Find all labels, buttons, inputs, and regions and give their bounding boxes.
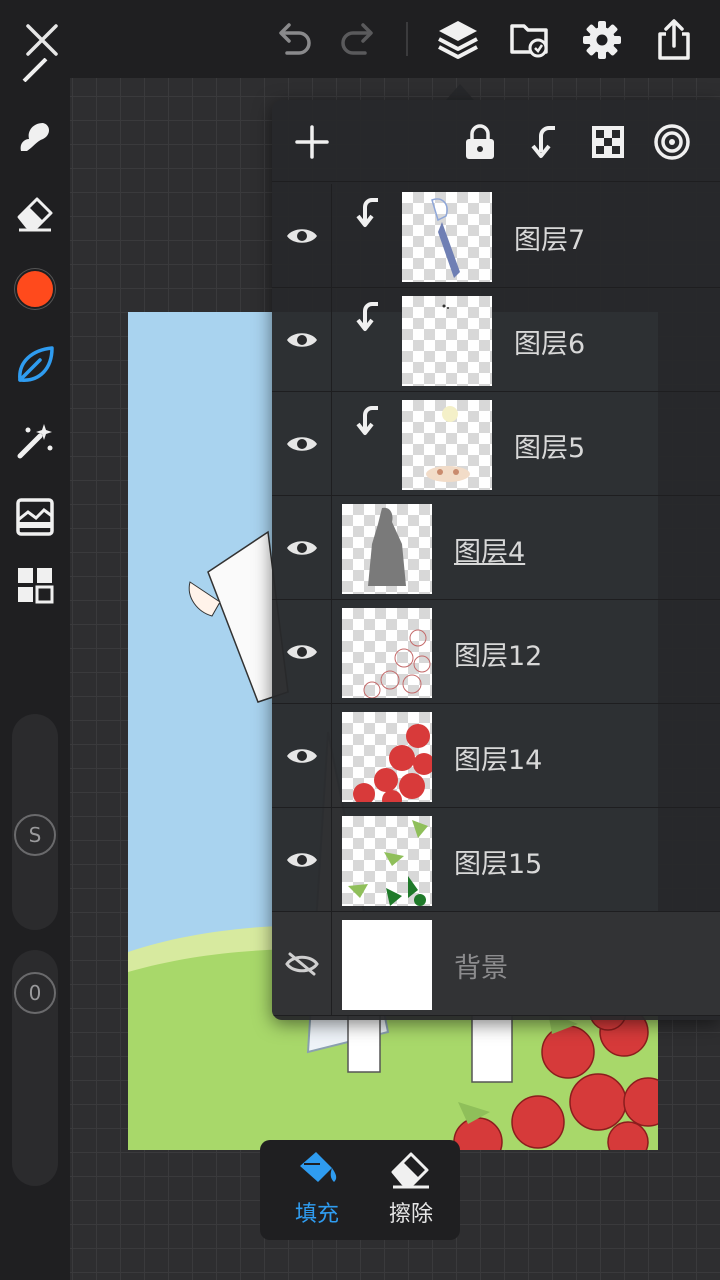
image-adjust-icon[interactable]: [10, 492, 60, 542]
layer-thumbnail: [342, 608, 432, 698]
layer-name: 背景: [454, 953, 508, 984]
layer-thumbnail: [342, 712, 432, 802]
layer-row[interactable]: 图层15: [272, 808, 720, 912]
layers-panel: 图层7 图层6 图层5 图层4 图层12 图层14 图层15 背景: [272, 100, 720, 1020]
layer-thumbnail: [342, 504, 432, 594]
magic-wand-icon[interactable]: [10, 416, 60, 466]
leaf-icon[interactable]: [10, 340, 60, 390]
layer-thumbnail: [402, 296, 492, 386]
gear-icon[interactable]: [576, 14, 628, 66]
layer-name: 图层15: [454, 849, 543, 880]
folder-icon[interactable]: [504, 14, 556, 66]
brush-icon[interactable]: [10, 58, 60, 82]
eye-icon: [286, 437, 317, 451]
clip-indicator-icon: [356, 302, 378, 331]
fill-label: 填充: [294, 1202, 339, 1227]
brush-size-slider[interactable]: S: [12, 714, 58, 930]
clip-icon[interactable]: [520, 118, 568, 166]
left-toolbar: S 0: [0, 58, 70, 1280]
layer-thumbnail: [342, 816, 432, 906]
panel-pointer: [446, 84, 474, 100]
visibility-toggle[interactable]: [272, 184, 332, 288]
share-icon[interactable]: [648, 14, 700, 66]
transparency-icon[interactable]: [584, 118, 632, 166]
grid-icon[interactable]: [10, 560, 60, 610]
eye-icon: [286, 333, 317, 347]
eye-hidden-icon: [284, 952, 319, 976]
layers-panel-header: [272, 100, 720, 182]
eye-icon: [286, 229, 317, 243]
smudge-icon[interactable]: [10, 112, 60, 162]
layer-row[interactable]: 图层6: [272, 288, 720, 392]
layer-name: 图层6: [514, 329, 586, 360]
layer-row[interactable]: 图层14: [272, 704, 720, 808]
eye-icon: [286, 853, 317, 867]
layer-name: 图层14: [454, 745, 543, 776]
visibility-toggle[interactable]: [272, 600, 332, 704]
eraser-icon[interactable]: [10, 188, 60, 238]
erase-button[interactable]: 擦除: [366, 1146, 456, 1236]
active-color: [15, 269, 55, 309]
visibility-toggle[interactable]: [272, 808, 332, 912]
opacity-label: 0: [28, 981, 42, 1005]
visibility-toggle[interactable]: [272, 912, 332, 1016]
layer-name: 图层5: [514, 433, 586, 464]
layer-name: 图层7: [514, 225, 586, 256]
erase-label: 擦除: [388, 1202, 433, 1227]
opacity-knob[interactable]: 0: [14, 972, 56, 1014]
fill-erase-popup: 填充 擦除: [260, 1140, 460, 1240]
layer-row[interactable]: 图层7: [272, 184, 720, 288]
layer-row[interactable]: 图层5: [272, 392, 720, 496]
lock-icon[interactable]: [456, 118, 504, 166]
fill-button[interactable]: 填充: [272, 1146, 362, 1236]
layer-row[interactable]: 背景: [272, 912, 720, 1016]
brush-size-label: S: [28, 823, 42, 847]
visibility-toggle[interactable]: [272, 496, 332, 600]
visibility-toggle[interactable]: [272, 704, 332, 808]
layer-row-selected[interactable]: 图层4: [272, 496, 720, 600]
layers-icon[interactable]: [432, 14, 484, 66]
clip-indicator-icon: [356, 406, 378, 435]
blend-icon[interactable]: [648, 118, 696, 166]
brush-size-knob[interactable]: S: [14, 814, 56, 856]
layer-name: 图层12: [454, 641, 543, 672]
add-icon[interactable]: [288, 118, 336, 166]
toolbar-divider: [406, 22, 408, 56]
layer-thumbnail: [342, 920, 432, 1010]
undo-icon[interactable]: [268, 14, 320, 66]
layer-thumbnail: [402, 400, 492, 490]
color-swatch[interactable]: [10, 264, 60, 314]
top-bar: [0, 0, 720, 78]
visibility-toggle[interactable]: [272, 288, 332, 392]
eye-icon: [286, 645, 317, 659]
visibility-toggle[interactable]: [272, 392, 332, 496]
opacity-slider[interactable]: 0: [12, 950, 58, 1186]
eraser-icon: [391, 1152, 429, 1189]
eye-icon: [286, 749, 317, 763]
layer-name: 图层4: [454, 537, 526, 568]
clip-indicator-icon: [356, 198, 378, 227]
redo-icon[interactable]: [332, 14, 384, 66]
layer-thumbnail: [402, 192, 492, 282]
paint-bucket-icon: [300, 1152, 337, 1182]
eye-icon: [286, 541, 317, 555]
layer-row[interactable]: 图层12: [272, 600, 720, 704]
